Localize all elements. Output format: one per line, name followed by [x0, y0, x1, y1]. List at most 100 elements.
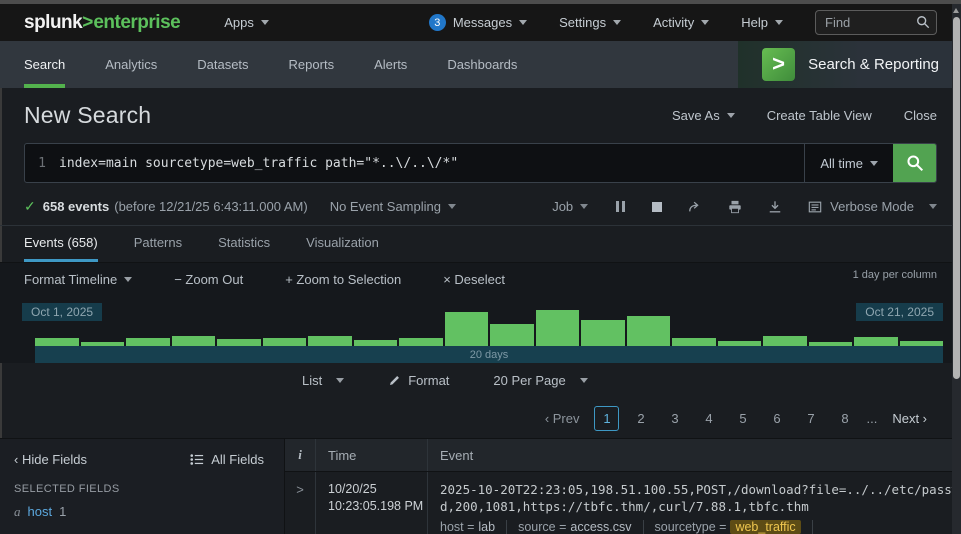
timeline-bar[interactable] [354, 340, 398, 346]
nav-item-dashboards[interactable]: Dashboards [447, 41, 517, 88]
per-page-menu[interactable]: 20 Per Page [493, 373, 587, 388]
timeline-bar[interactable] [445, 312, 489, 346]
page-button-4[interactable]: 4 [696, 406, 721, 431]
scroll-up-arrow-icon[interactable] [953, 8, 959, 13]
page-button-2[interactable]: 2 [628, 406, 653, 431]
per-page-label: 20 Per Page [493, 373, 565, 388]
page-button-3[interactable]: 3 [662, 406, 687, 431]
create-table-view-button[interactable]: Create Table View [767, 108, 872, 123]
timeline-bar[interactable] [172, 336, 216, 346]
find-search [815, 10, 937, 35]
vertical-scrollbar[interactable] [952, 4, 961, 534]
event-sampling-menu[interactable]: No Event Sampling [330, 199, 456, 214]
page-button-7[interactable]: 7 [798, 406, 823, 431]
list-view-menu[interactable]: List [302, 373, 344, 388]
page-button-6[interactable]: 6 [764, 406, 789, 431]
stop-job-button[interactable] [652, 202, 662, 212]
page-button-8[interactable]: 8 [832, 406, 857, 431]
event-raw-text[interactable]: 2025-10-20T22:23:05,198.51.100.55,POST,/… [440, 481, 959, 515]
time-range-picker[interactable]: All time [804, 144, 893, 182]
current-app-chip[interactable]: > Search & Reporting [738, 41, 961, 88]
job-controls: Job Verbose Mode [552, 199, 937, 214]
run-search-button[interactable] [893, 144, 936, 182]
prev-page-button[interactable]: ‹ Prev [545, 411, 580, 426]
timeline-bar[interactable] [627, 316, 671, 346]
timeline-bar[interactable] [718, 341, 762, 346]
timeline-bar[interactable] [263, 338, 307, 346]
events-table: i Time Event > 10/20/25 10:23:05.198 PM … [285, 439, 961, 534]
next-page-button[interactable]: Next › [892, 411, 927, 426]
tab-label: Patterns [134, 235, 182, 250]
tab-statistics[interactable]: Statistics [218, 226, 270, 262]
timeline-bar[interactable] [217, 339, 261, 346]
settings-menu-label: Settings [559, 15, 606, 30]
tab-visualization[interactable]: Visualization [306, 226, 379, 262]
timeline-bar[interactable] [308, 336, 352, 346]
zoom-to-selection-label: + Zoom to Selection [285, 272, 401, 287]
timeline-bar[interactable] [35, 338, 79, 346]
print-icon [728, 200, 742, 214]
zoom-out-button[interactable]: − Zoom Out [174, 272, 243, 287]
timeline-bar[interactable] [126, 338, 170, 346]
timeline-bar[interactable] [536, 310, 580, 346]
event-field-sourcetype-value-highlighted[interactable]: web_traffic [730, 520, 800, 534]
save-as-button[interactable]: Save As [672, 108, 735, 123]
search-query-input[interactable]: index=main sourcetype=web_traffic path="… [59, 144, 804, 182]
tab-patterns[interactable]: Patterns [134, 226, 182, 262]
close-button[interactable]: Close [904, 108, 937, 123]
job-menu[interactable]: Job [552, 199, 588, 214]
messages-menu[interactable]: 3 Messages [429, 14, 527, 31]
tab-events[interactable]: Events (658) [24, 226, 98, 262]
deselect-button[interactable]: × Deselect [443, 272, 505, 287]
page-button-1[interactable]: 1 [594, 406, 619, 431]
topbar-right-group: 3 Messages Settings Activity Help [429, 10, 937, 35]
zoom-to-selection-button[interactable]: + Zoom to Selection [285, 272, 401, 287]
timeline-bar[interactable] [763, 336, 807, 346]
search-query-box: 1 index=main sourcetype=web_traffic path… [24, 143, 937, 183]
messages-count-badge: 3 [429, 14, 446, 31]
deselect-label: × Deselect [443, 272, 505, 287]
event-field-host-value[interactable]: lab [478, 520, 495, 534]
timeline-bars [35, 298, 943, 346]
chevron-down-icon [613, 20, 621, 25]
pause-job-button[interactable] [614, 201, 626, 212]
all-fields-button[interactable]: All Fields [190, 452, 264, 467]
timeline-bar[interactable] [672, 338, 716, 346]
chevron-down-icon [870, 161, 878, 166]
timeline-bar[interactable] [490, 324, 534, 346]
format-timeline-menu[interactable]: Format Timeline [24, 272, 132, 287]
expand-event-button[interactable]: > [285, 472, 316, 534]
nav-item-search[interactable]: Search [24, 41, 65, 88]
field-item-host[interactable]: a host 1 [14, 504, 284, 520]
export-download-button[interactable] [768, 200, 782, 214]
field-value-count: 1 [59, 504, 66, 519]
splunk-window: splunk>enterprise Apps 3 Messages Settin… [0, 0, 961, 534]
nav-item-datasets[interactable]: Datasets [197, 41, 248, 88]
timeline-bar[interactable] [81, 342, 125, 346]
nav-item-alerts[interactable]: Alerts [374, 41, 407, 88]
hide-fields-button[interactable]: ‹ Hide Fields [14, 452, 87, 467]
timeline-axis-band[interactable]: 20 days [35, 346, 943, 363]
timeline-bar[interactable] [581, 320, 625, 346]
timeline-span-label: 20 days [470, 349, 509, 361]
print-button[interactable] [728, 200, 742, 214]
splunk-logo[interactable]: splunk>enterprise [24, 12, 180, 34]
timeline-bar[interactable] [854, 337, 898, 346]
events-table-header: i Time Event [285, 439, 961, 472]
activity-menu[interactable]: Activity [653, 15, 709, 30]
page-button-5[interactable]: 5 [730, 406, 755, 431]
format-results-button[interactable]: Format [388, 373, 449, 388]
apps-menu[interactable]: Apps [224, 15, 269, 30]
help-menu[interactable]: Help [741, 15, 783, 30]
event-field-source-value[interactable]: access.csv [570, 520, 631, 534]
search-mode-menu[interactable]: Verbose Mode [808, 199, 937, 214]
timeline-bar[interactable] [900, 341, 944, 346]
scrollbar-thumb[interactable] [953, 17, 960, 379]
nav-item-reports[interactable]: Reports [289, 41, 335, 88]
timeline-bar[interactable] [809, 342, 853, 346]
settings-menu[interactable]: Settings [559, 15, 621, 30]
share-job-button[interactable] [688, 200, 702, 214]
nav-item-analytics[interactable]: Analytics [105, 41, 157, 88]
timeline-bar[interactable] [399, 338, 443, 346]
nav-label: Alerts [374, 57, 407, 72]
